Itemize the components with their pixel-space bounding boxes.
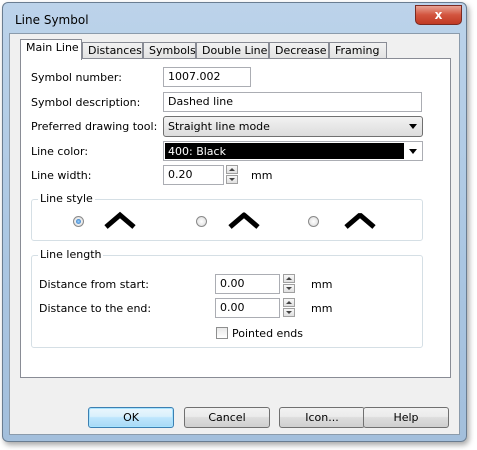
- close-button[interactable]: x: [415, 5, 462, 25]
- window-title: Line Symbol: [15, 13, 89, 27]
- spin-up-icon[interactable]: [226, 165, 238, 174]
- round-join-icon: [228, 212, 260, 229]
- tab-main-line[interactable]: Main Line: [20, 39, 82, 60]
- icon-button[interactable]: Icon...: [279, 407, 365, 428]
- line-style-radio-2[interactable]: [196, 216, 207, 227]
- line-width-stepper[interactable]: [226, 165, 240, 185]
- spin-up-icon[interactable]: [283, 298, 295, 307]
- distance-from-start-unit: mm: [311, 278, 333, 291]
- title-bar[interactable]: Line Symbol x: [3, 3, 466, 33]
- pointed-ends-checkbox[interactable]: [216, 327, 228, 339]
- line-symbol-dialog: Line Symbol x Main Line Distances Symbol…: [2, 2, 467, 442]
- distance-from-start-input[interactable]: 0.00: [215, 274, 280, 294]
- ok-button[interactable]: OK: [88, 407, 174, 428]
- tab-framing[interactable]: Framing: [329, 42, 387, 59]
- line-width-label: Line width:: [31, 169, 92, 182]
- distance-from-start-stepper[interactable]: [283, 274, 297, 294]
- line-style-radio-3[interactable]: [308, 216, 319, 227]
- line-style-radio-1[interactable]: [73, 216, 84, 227]
- line-color-label: Line color:: [31, 145, 89, 158]
- spin-down-icon[interactable]: [283, 284, 295, 293]
- miter-join-icon: [104, 211, 136, 229]
- symbol-description-label: Symbol description:: [31, 96, 141, 109]
- spin-down-icon[interactable]: [226, 175, 238, 184]
- symbol-number-label: Symbol number:: [31, 71, 122, 84]
- distance-to-end-label: Distance to the end:: [39, 302, 152, 315]
- tab-double-line[interactable]: Double Line: [196, 42, 269, 59]
- distance-from-start-label: Distance from start:: [39, 278, 150, 291]
- tab-decrease[interactable]: Decrease: [269, 42, 329, 59]
- chevron-down-icon: [409, 149, 417, 154]
- symbol-description-input[interactable]: Dashed line: [163, 92, 422, 112]
- chevron-down-icon: [409, 124, 417, 129]
- line-color-dropdown[interactable]: 400: Black: [163, 141, 423, 161]
- tab-distances[interactable]: Distances: [82, 42, 143, 59]
- distance-to-end-stepper[interactable]: [283, 298, 297, 318]
- bevel-join-icon: [344, 213, 376, 229]
- line-color-swatch: 400: Black: [165, 143, 404, 159]
- line-style-legend: Line style: [38, 192, 95, 205]
- line-length-legend: Line length: [38, 248, 104, 261]
- cancel-button[interactable]: Cancel: [184, 407, 270, 428]
- pointed-ends-label[interactable]: Pointed ends: [232, 327, 303, 340]
- tab-symbols[interactable]: Symbols: [143, 42, 196, 59]
- main-line-panel: Symbol number: 1007.002 Symbol descripti…: [20, 58, 451, 378]
- distance-to-end-unit: mm: [311, 302, 333, 315]
- drawing-tool-dropdown[interactable]: Straight line mode: [163, 116, 423, 137]
- distance-to-end-input[interactable]: 0.00: [215, 298, 280, 318]
- line-length-group: Line length Distance from start: 0.00 mm…: [31, 248, 423, 348]
- drawing-tool-label: Preferred drawing tool:: [31, 120, 158, 133]
- spin-down-icon[interactable]: [283, 308, 295, 317]
- tab-strip: Main Line Distances Symbols Double Line …: [20, 39, 460, 60]
- symbol-number-input[interactable]: 1007.002: [163, 67, 251, 87]
- line-width-unit: mm: [251, 169, 273, 182]
- spin-up-icon[interactable]: [283, 274, 295, 283]
- line-width-input[interactable]: 0.20: [163, 165, 224, 185]
- help-button[interactable]: Help: [363, 407, 449, 428]
- dialog-client: Main Line Distances Symbols Double Line …: [9, 33, 460, 435]
- drawing-tool-value: Straight line mode: [168, 120, 270, 133]
- close-icon: x: [434, 8, 443, 22]
- line-style-group: Line style: [31, 192, 423, 241]
